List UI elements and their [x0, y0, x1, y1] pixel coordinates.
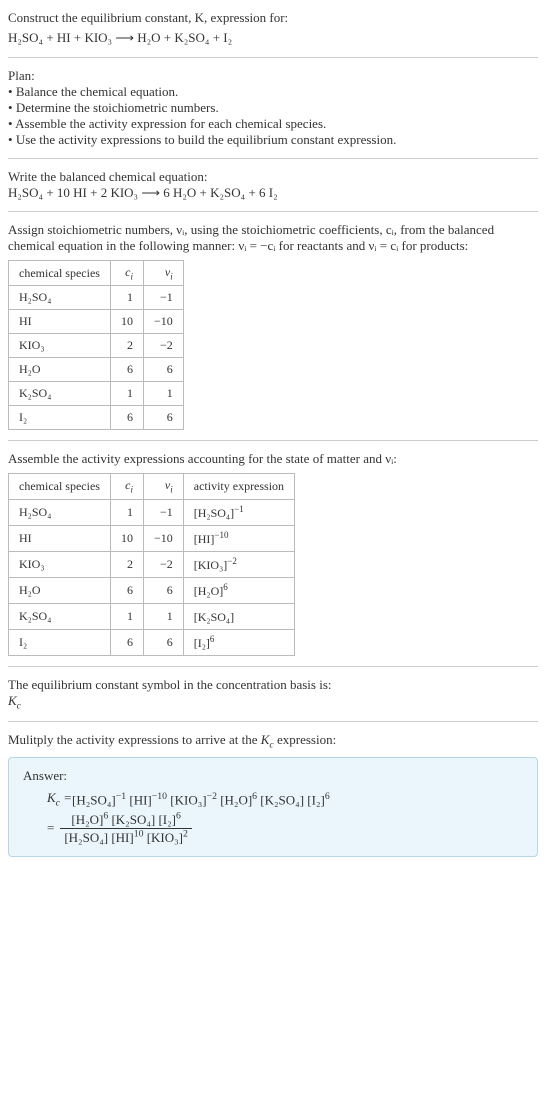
term: [H₂O]6: [71, 812, 108, 827]
term: [KIO₃]−2: [170, 791, 217, 808]
balanced-equation: Write the balanced chemical equation: H₂…: [8, 169, 538, 201]
term: [K₂SO₄]: [260, 791, 304, 808]
term: [I₂]6: [158, 812, 180, 827]
kc-label: Kc: [8, 693, 538, 712]
col-vi: νi: [143, 474, 183, 499]
table-row: H₂O66: [9, 358, 184, 382]
term: [K₂SO₄]: [111, 812, 155, 827]
prompt-lhs: H₂SO₄ + HI + KIO₃: [8, 30, 112, 45]
plan-item: • Assemble the activity expression for e…: [8, 116, 538, 132]
term: [H₂O]6: [220, 791, 257, 808]
divider: [8, 57, 538, 58]
table-row: K₂SO₄11[K₂SO₄]: [9, 603, 295, 629]
balanced-header: Write the balanced chemical equation:: [8, 169, 538, 185]
prompt-text: Construct the equilibrium constant, K, e…: [8, 10, 288, 25]
term: [HI]10: [111, 830, 143, 845]
term: [I₂]6: [307, 791, 329, 808]
answer-fraction: = [H₂O]6 [K₂SO₄] [I₂]6 [H₂SO₄] [HI]10 [K…: [47, 811, 523, 847]
term: [H₂SO₄]: [64, 830, 108, 845]
table-row: HI10−10[HI]−10: [9, 525, 295, 551]
denominator: [H₂SO₄] [HI]10 [KIO₃]2: [60, 829, 192, 846]
kc-equals: Kc =: [47, 790, 72, 809]
col-species: chemical species: [9, 261, 111, 286]
divider: [8, 211, 538, 212]
answer-box: Answer: Kc = [H₂SO₄]−1 [HI]−10 [KIO₃]−2 …: [8, 757, 538, 857]
fraction: [H₂O]6 [K₂SO₄] [I₂]6 [H₂SO₄] [HI]10 [KIO…: [60, 811, 192, 847]
table-header-row: chemical species ci νi: [9, 261, 184, 286]
table-row: I₂66[I₂]6: [9, 629, 295, 655]
divider: [8, 666, 538, 667]
table-row: HI10−10: [9, 310, 184, 334]
divider: [8, 721, 538, 722]
plan-item: • Use the activity expressions to build …: [8, 132, 538, 148]
multiply-text: Mulitply the activity expressions to arr…: [8, 732, 538, 751]
table-row: H₂SO₄1−1: [9, 286, 184, 310]
plan-item: • Balance the chemical equation.: [8, 84, 538, 100]
kc-symbol: The equilibrium constant symbol in the c…: [8, 677, 538, 712]
col-species: chemical species: [9, 474, 111, 499]
table-row: KIO₃2−2: [9, 334, 184, 358]
activity-header: Assemble the activity expressions accoun…: [8, 451, 538, 467]
term: [H₂SO₄]−1: [72, 791, 126, 808]
stoich-text: Assign stoichiometric numbers, νᵢ, using…: [8, 222, 494, 253]
numerator: [H₂O]6 [K₂SO₄] [I₂]6: [60, 811, 192, 829]
term: [KIO₃]2: [147, 830, 188, 845]
col-vi: νi: [143, 261, 183, 286]
prompt-arrow: ⟶: [115, 30, 134, 45]
table-row: KIO₃2−2[KIO₃]−2: [9, 551, 295, 577]
kc-text: The equilibrium constant symbol in the c…: [8, 677, 538, 693]
divider: [8, 158, 538, 159]
activity-table: chemical species ci νi activity expressi…: [8, 473, 295, 655]
table-row: H₂SO₄1−1[H₂SO₄]−1: [9, 499, 295, 525]
balanced-formula: H₂SO₄ + 10 HI + 2 KIO₃ ⟶ 6 H₂O + K₂SO₄ +…: [8, 185, 538, 201]
col-activity: activity expression: [183, 474, 294, 499]
col-ci: ci: [110, 474, 143, 499]
answer-expression: Kc = [H₂SO₄]−1 [HI]−10 [KIO₃]−2 [H₂O]6 […: [47, 790, 523, 846]
plan: Plan: • Balance the chemical equation. •…: [8, 68, 538, 148]
table-header-row: chemical species ci νi activity expressi…: [9, 474, 295, 499]
term: [HI]−10: [129, 791, 167, 808]
table-row: I₂66: [9, 406, 184, 430]
stoich-description: Assign stoichiometric numbers, νᵢ, using…: [8, 222, 538, 254]
equals: =: [47, 820, 54, 836]
divider: [8, 440, 538, 441]
table-row: K₂SO₄11: [9, 382, 184, 406]
plan-header: Plan:: [8, 68, 538, 84]
answer-label: Answer:: [23, 768, 523, 784]
prompt-rhs: H₂O + K₂SO₄ + I₂: [137, 30, 232, 45]
plan-item: • Determine the stoichiometric numbers.: [8, 100, 538, 116]
prompt: Construct the equilibrium constant, K, e…: [8, 8, 538, 47]
stoich-table: chemical species ci νi H₂SO₄1−1 HI10−10 …: [8, 260, 184, 430]
col-ci: ci: [110, 261, 143, 286]
answer-inline: Kc = [H₂SO₄]−1 [HI]−10 [KIO₃]−2 [H₂O]6 […: [47, 790, 523, 809]
table-row: H₂O66[H₂O]6: [9, 577, 295, 603]
